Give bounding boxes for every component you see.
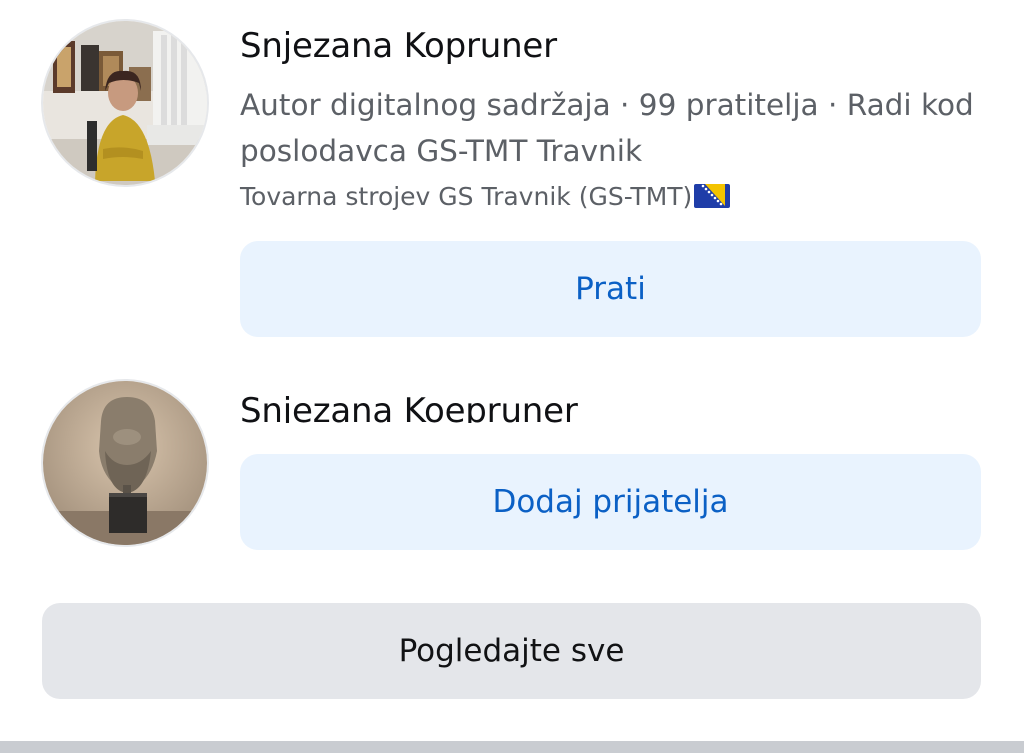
people-results-page: Snjezana Kopruner Autor digitalnog sadrž… — [0, 0, 1024, 753]
avatar[interactable] — [43, 21, 207, 185]
result-name[interactable]: Snjezana Koepruner — [240, 389, 578, 423]
result-name[interactable]: Snjezana Kopruner — [240, 26, 557, 66]
result-workplace: Tovarna strojev GS Travnik (GS-TMT) — [240, 182, 731, 214]
avatar[interactable] — [43, 381, 207, 545]
profile-photo-office-woman — [43, 21, 207, 185]
see-all-button[interactable]: Pogledajte sve — [42, 603, 981, 699]
workplace-text: Tovarna strojev GS Travnik (GS-TMT) — [240, 182, 693, 211]
bosnia-flag-icon — [694, 184, 731, 214]
profile-photo-socrates-bust — [43, 381, 207, 545]
add-friend-button[interactable]: Dodaj prijatelja — [240, 454, 981, 550]
follow-button[interactable]: Prati — [240, 241, 981, 337]
result-subtitle: Autor digitalnog sadržaja · 99 pratitelj… — [240, 88, 974, 168]
section-divider — [0, 741, 1024, 753]
